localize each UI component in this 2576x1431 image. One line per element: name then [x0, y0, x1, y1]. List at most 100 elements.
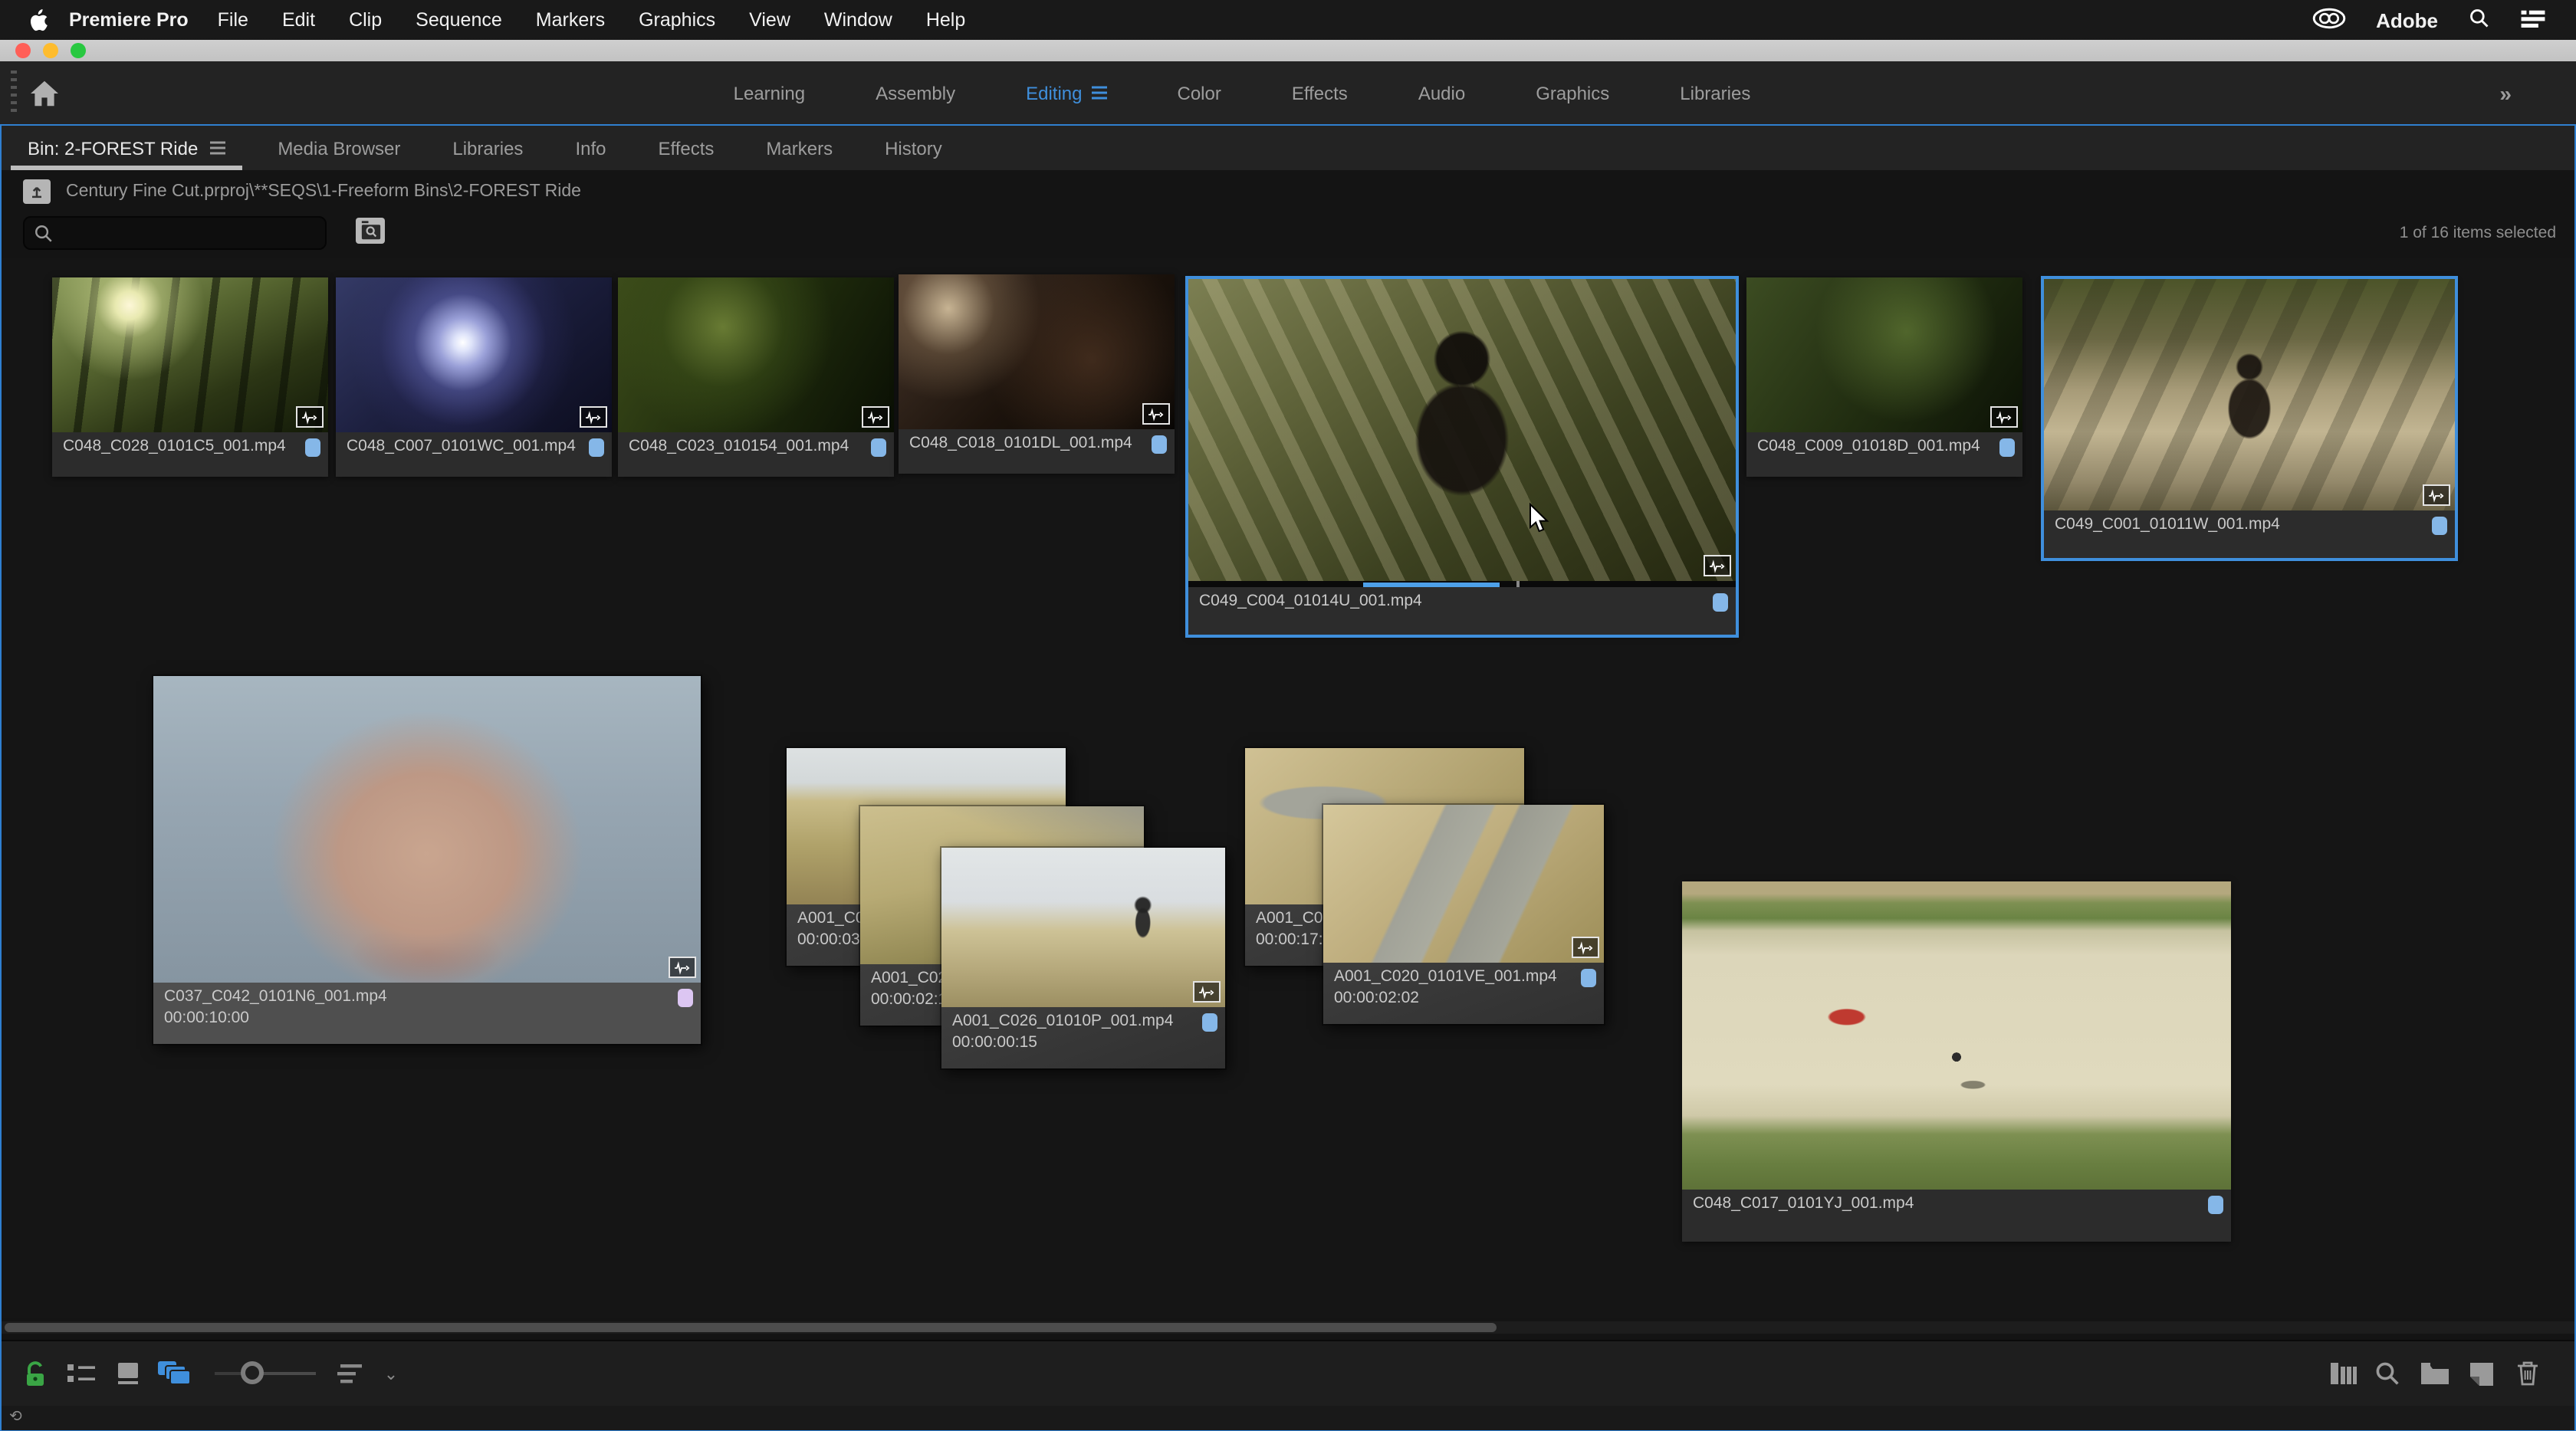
bin-path[interactable]: Century Fine Cut.prproj\**SEQS\1-Freefor… [66, 182, 581, 200]
clip-card[interactable]: C048_C018_0101DL_001.mp4 [899, 274, 1175, 474]
menu-item-clip[interactable]: Clip [332, 9, 399, 31]
menu-item-file[interactable]: File [201, 9, 265, 31]
freeform-canvas[interactable]: C048_C028_0101C5_001.mp4 C048_C007_0101W… [2, 258, 2574, 1318]
freeform-view-button[interactable] [155, 1341, 192, 1406]
clip-name: C037_C042_0101N6_001.mp4 [164, 987, 690, 1007]
panel-tab-media-browser[interactable]: Media Browser [251, 126, 426, 170]
workspace-tab-color[interactable]: Color [1142, 82, 1257, 103]
workspace-tab-libraries[interactable]: Libraries [1644, 82, 1786, 103]
menu-item-edit[interactable]: Edit [265, 9, 332, 31]
icon-view-button[interactable] [109, 1341, 146, 1406]
label-color-badge[interactable] [1581, 969, 1596, 987]
clip-thumbnail[interactable] [52, 277, 328, 432]
clip-card[interactable]: C048_C028_0101C5_001.mp4 [52, 277, 328, 477]
label-color-badge[interactable] [1202, 1013, 1217, 1032]
clip-scrubber[interactable] [1188, 581, 1736, 587]
zoom-window-button[interactable] [71, 43, 86, 58]
minimize-window-button[interactable] [43, 43, 58, 58]
label-color-badge[interactable] [1152, 435, 1167, 454]
clip-card[interactable]: C048_C023_010154_001.mp4 [618, 277, 894, 477]
delete-button[interactable] [2509, 1341, 2545, 1406]
creative-cloud-icon[interactable] [2312, 7, 2345, 33]
navigate-up-icon[interactable] [23, 179, 51, 203]
clip-card[interactable]: C049_C001_01011W_001.mp4 [2044, 279, 2455, 558]
clip-thumbnail[interactable] [899, 274, 1175, 429]
panel-tab-bar: Bin: 2-FOREST RideMedia BrowserLibraries… [2, 126, 2574, 170]
workspace-tab-effects[interactable]: Effects [1257, 82, 1383, 103]
workspace-tab-audio[interactable]: Audio [1383, 82, 1500, 103]
clip-card[interactable]: C048_C009_01018D_001.mp4 [1746, 277, 2022, 477]
clip-thumbnail[interactable] [1746, 277, 2022, 432]
menu-item-graphics[interactable]: Graphics [622, 9, 732, 31]
panel-tab-info[interactable]: Info [549, 126, 632, 170]
clip-thumbnail[interactable] [941, 848, 1225, 1007]
label-color-badge[interactable] [305, 438, 320, 457]
search-row: 1 of 16 items selected [2, 212, 2574, 258]
clip-thumbnail[interactable] [1188, 279, 1736, 587]
workspace-menu-icon[interactable] [1092, 82, 1107, 103]
clip-thumbnail[interactable] [2044, 279, 2455, 510]
label-color-badge[interactable] [589, 438, 604, 457]
label-color-badge[interactable] [2432, 517, 2447, 535]
project-bin-panel: Bin: 2-FOREST RideMedia BrowserLibraries… [0, 124, 2576, 1431]
new-bin-button[interactable] [2417, 1341, 2453, 1406]
workspace-tab-editing[interactable]: Editing [991, 82, 1142, 103]
clip-duration: 00:00:10:00 [164, 1009, 690, 1029]
clip-card[interactable]: A001_C020_0101VE_001.mp4 00:00:02:02 [1323, 805, 1604, 1024]
panel-tab-effects[interactable]: Effects [632, 126, 740, 170]
menu-item-view[interactable]: View [732, 9, 807, 31]
find-button[interactable] [2369, 1341, 2406, 1406]
apple-menu-icon[interactable] [28, 8, 48, 31]
clip-thumbnail[interactable] [336, 277, 612, 432]
menu-item-sequence[interactable]: Sequence [399, 9, 519, 31]
panel-menu-icon[interactable] [210, 137, 225, 159]
list-view-button[interactable] [63, 1341, 100, 1406]
app-name[interactable]: Premiere Pro [69, 9, 189, 31]
clip-card[interactable]: C049_C004_01014U_001.mp4 [1188, 279, 1736, 635]
menu-item-window[interactable]: Window [807, 9, 909, 31]
workspace-bar: LearningAssemblyEditingColorEffectsAudio… [0, 61, 2576, 124]
workspace-tab-assembly[interactable]: Assembly [840, 82, 991, 103]
menu-item-markers[interactable]: Markers [519, 9, 622, 31]
thumbnail-zoom-slider-track[interactable] [215, 1372, 316, 1375]
clip-thumbnail[interactable] [153, 676, 701, 983]
panel-tab-history[interactable]: History [859, 126, 968, 170]
sort-icons-button[interactable] [333, 1341, 370, 1406]
audio-waveform-icon [1572, 937, 1599, 958]
panel-tab-markers[interactable]: Markers [740, 126, 859, 170]
sort-options-chevron-icon[interactable]: ⌄ [373, 1341, 409, 1406]
audio-waveform-icon [862, 406, 889, 428]
label-color-badge[interactable] [1999, 438, 2015, 457]
clip-thumbnail[interactable] [1323, 805, 1604, 963]
clip-card[interactable]: C037_C042_0101N6_001.mp4 00:00:10:00 [153, 676, 701, 1044]
workspace-tab-graphics[interactable]: Graphics [1500, 82, 1644, 103]
spotlight-search-icon[interactable] [2469, 7, 2490, 33]
lock-bin-button[interactable] [17, 1341, 54, 1406]
automate-to-sequence-button[interactable] [2325, 1341, 2361, 1406]
thumbnail-zoom-slider-knob[interactable] [241, 1361, 264, 1384]
horizontal-scrollbar[interactable] [2, 1321, 2574, 1334]
notification-center-icon[interactable] [2521, 8, 2545, 31]
menu-item-help[interactable]: Help [909, 9, 982, 31]
scrollbar-thumb[interactable] [5, 1323, 1497, 1332]
workspace-overflow-button[interactable]: » [2499, 61, 2509, 124]
label-color-badge[interactable] [678, 989, 693, 1007]
close-window-button[interactable] [15, 43, 31, 58]
label-color-badge[interactable] [871, 438, 886, 457]
panel-tab-libraries[interactable]: Libraries [426, 126, 549, 170]
clip-card[interactable]: C048_C007_0101WC_001.mp4 [336, 277, 612, 477]
workspace-tab-learning[interactable]: Learning [698, 82, 840, 103]
audio-waveform-icon [2423, 484, 2450, 506]
label-color-badge[interactable] [1713, 593, 1728, 612]
search-input[interactable] [61, 219, 320, 250]
create-search-bin-button[interactable] [356, 218, 385, 244]
panel-tab-bin-2-forest-ride[interactable]: Bin: 2-FOREST Ride [2, 126, 251, 170]
clip-card[interactable]: C048_C017_0101YJ_001.mp4 [1682, 881, 2231, 1242]
clip-thumbnail[interactable] [1682, 881, 2231, 1190]
clip-label: C048_C028_0101C5_001.mp4 [52, 432, 328, 477]
new-item-button[interactable] [2463, 1341, 2499, 1406]
adobe-menu-label[interactable]: Adobe [2376, 8, 2438, 31]
clip-thumbnail[interactable] [618, 277, 894, 432]
label-color-badge[interactable] [2208, 1196, 2223, 1214]
clip-card[interactable]: A001_C026_01010P_001.mp4 00:00:00:15 [941, 848, 1225, 1068]
